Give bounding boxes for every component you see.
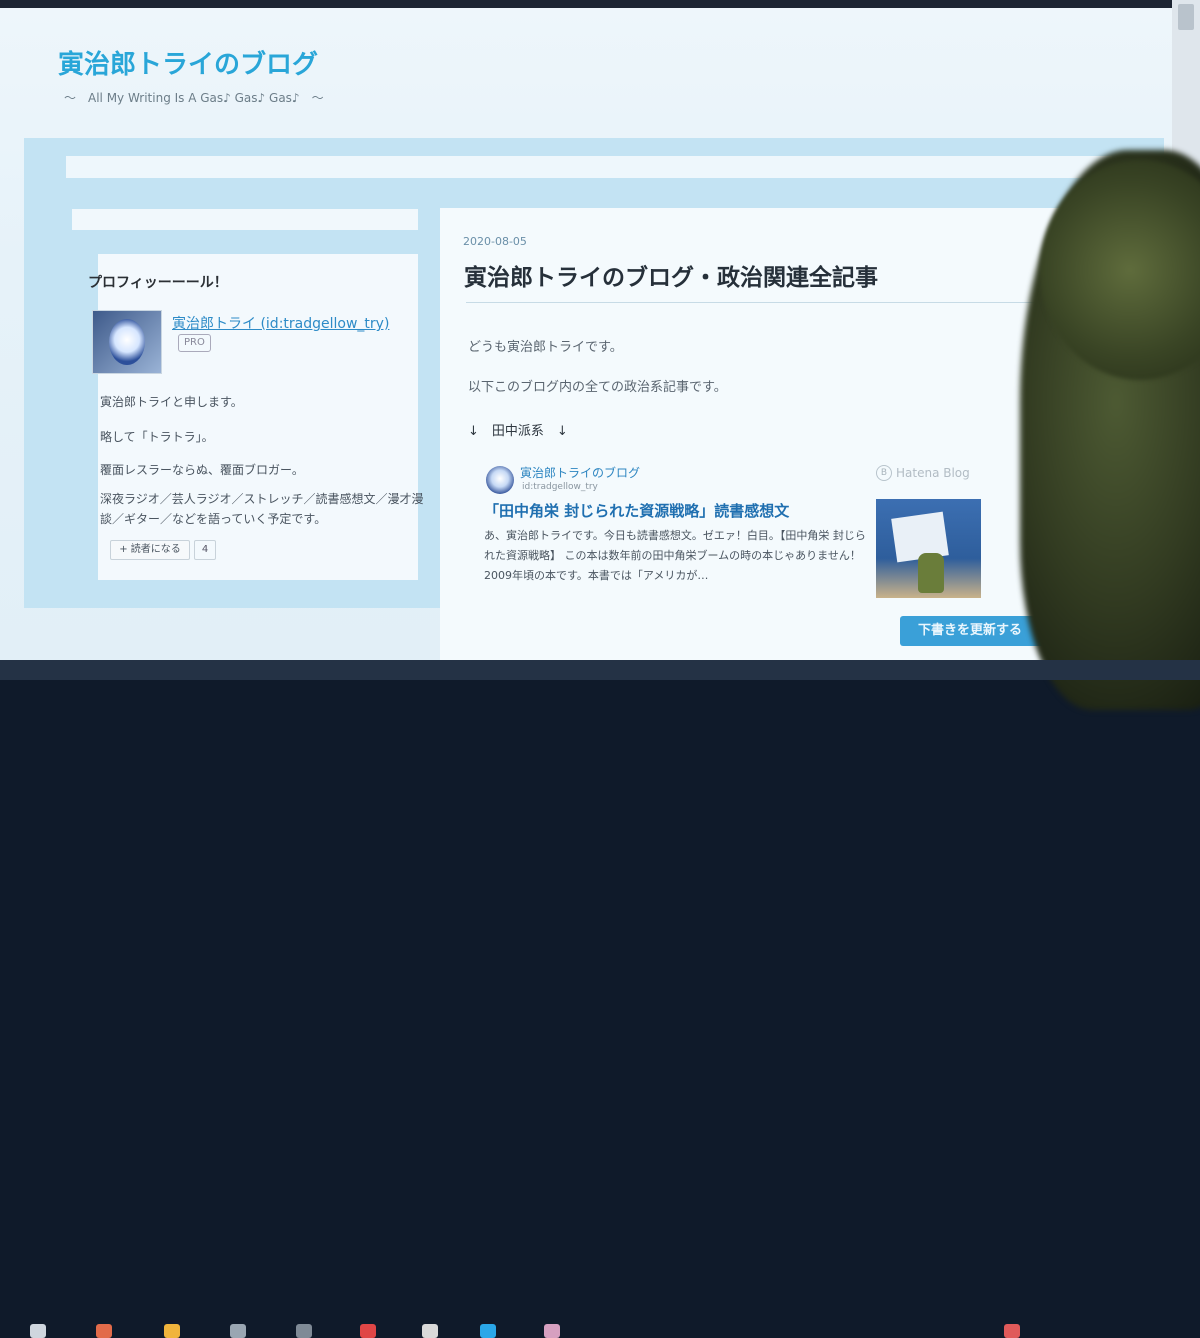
taskbar-app-icon[interactable] [422,1324,438,1338]
title-divider [466,302,1086,303]
global-nav-strip [66,156,1112,178]
scrollbar-thumb[interactable] [1178,4,1194,30]
browser-top-bar [0,0,1200,8]
hatena-blog-label: Hatena Blog [896,466,970,480]
card-thumbnail[interactable] [876,499,981,598]
avatar[interactable] [92,310,162,374]
os-taskbar [0,660,1200,1338]
profile-line: 深夜ラジオ／芸人ラジオ／ストレッチ／読書感想文／漫才漫談／ギター／などを語ってい… [100,492,424,526]
profile-line: 略して「トラトラ」。 [100,430,214,444]
blog-title[interactable]: 寅治郎トライのブログ [58,44,318,81]
sidebar-header-strip [72,209,418,230]
article-paragraph: 以下このブログ内の全ての政治系記事です。 [468,380,727,395]
taskbar-app-icon[interactable] [480,1324,496,1338]
taskbar-app-icon[interactable] [230,1324,246,1338]
taskbar-app-icon[interactable] [164,1324,180,1338]
article-paragraph: どうも寅治郎トライです。 [468,340,623,355]
taskbar-app-icon[interactable] [360,1324,376,1338]
profile-line: 寅治郎トライと申します。 [100,395,243,409]
profile-module [98,254,418,580]
article-subheading: ↓ 田中派系 ↓ [468,424,568,439]
article-title[interactable]: 寅治郎トライのブログ・政治関連全記事 [464,258,878,292]
taskbar-app-icon[interactable] [30,1324,46,1338]
article-date[interactable]: 2020-08-05 [463,235,527,248]
reader-count: 4 [194,540,216,560]
card-blog-name[interactable]: 寅治郎トライのブログ [520,464,640,481]
blog-tagline: ～ All My Writing Is A Gas♪ Gas♪ Gas♪ ～ [64,91,324,105]
taskbar-app-icon[interactable] [544,1324,560,1338]
card-title-link[interactable]: 「田中角栄 封じられた資源戦略」読書感想文 [484,500,789,521]
subscribe-button[interactable]: + 読者になる [110,540,190,560]
masked-face-icon [109,319,145,365]
profile-name-link[interactable]: 寅治郎トライ (id:tradgellow_try) [172,313,389,333]
card-excerpt: あ、寅治郎トライです。今日も読書感想文。ゼエァ！白目。【田中角栄 封じられた資源… [484,529,866,582]
taskbar-app-icon[interactable] [296,1324,312,1338]
taskbar-app-icon[interactable] [96,1324,112,1338]
profile-line: 覆面レスラーならぬ、覆面ブロガー。 [100,463,304,477]
hatena-logo-icon: B [876,465,892,481]
figurine-icon [918,553,944,593]
card-blog-id: id:tradgellow_try [522,482,598,492]
card-avatar [486,466,514,494]
profile-heading: プロフィッーーール！ [88,275,228,291]
pro-badge: PRO [178,334,211,352]
taskbar-app-icon[interactable] [1004,1324,1020,1338]
